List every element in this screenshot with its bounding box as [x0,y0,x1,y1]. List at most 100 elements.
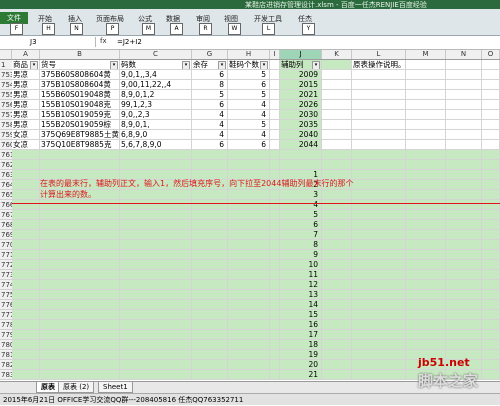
cell[interactable]: 7 [280,230,322,240]
cell[interactable] [322,210,352,220]
cell[interactable] [228,200,270,210]
cell[interactable] [192,340,228,350]
cell[interactable] [352,240,406,250]
row-header[interactable]: 779 [0,330,12,340]
cell[interactable] [352,80,406,90]
cell[interactable]: 6 [228,80,270,90]
cell[interactable] [270,80,280,90]
cell[interactable] [406,140,446,150]
cell[interactable] [322,90,352,100]
column-header[interactable]: K [322,50,352,59]
cell[interactable] [40,270,120,280]
cell[interactable] [12,160,40,170]
cell[interactable] [352,120,406,130]
cell[interactable] [12,270,40,280]
cell[interactable] [406,310,446,320]
cell[interactable] [406,120,446,130]
cell[interactable] [406,260,446,270]
cell[interactable] [322,350,352,360]
cell[interactable]: 12 [280,280,322,290]
row-header[interactable]: 783 [0,370,12,380]
cell[interactable] [270,100,280,110]
cell[interactable] [322,150,352,160]
cell[interactable] [40,220,120,230]
cell[interactable] [322,80,352,90]
formula-input[interactable]: =J2+I2 [117,37,142,47]
cell[interactable] [322,270,352,280]
cell[interactable] [322,140,352,150]
column-title[interactable]: 码数 ▾ [120,60,192,70]
cell[interactable] [270,160,280,170]
cell[interactable] [120,200,192,210]
cell[interactable]: 6 [228,140,270,150]
cell[interactable] [228,150,270,160]
cell[interactable] [192,210,228,220]
cell[interactable] [270,240,280,250]
cell[interactable] [406,170,446,180]
column-header[interactable]: M [406,50,446,59]
cell[interactable] [352,70,406,80]
cell[interactable] [322,280,352,290]
cell[interactable] [322,360,352,370]
column-header[interactable]: I [270,50,280,59]
cell[interactable] [322,70,352,80]
cell[interactable] [446,80,482,90]
cell[interactable] [120,340,192,350]
row-header[interactable]: 771 [0,250,12,260]
cell[interactable] [228,210,270,220]
cell[interactable] [270,230,280,240]
cell[interactable] [192,200,228,210]
row-header[interactable]: 782 [0,360,12,370]
row-header[interactable]: 755 [0,90,12,100]
cell[interactable] [446,70,482,80]
cell[interactable] [406,230,446,240]
cell[interactable] [40,230,120,240]
cell[interactable] [352,350,406,360]
cell[interactable]: 男凉 [12,70,40,80]
cell[interactable] [192,260,228,270]
row-header[interactable]: 761 [0,150,12,160]
cell[interactable] [322,110,352,120]
sheet-tab-sheet1[interactable]: Sheet1 [98,382,133,393]
cell[interactable] [12,320,40,330]
cell[interactable] [406,70,446,80]
cell[interactable]: 男凉 [12,100,40,110]
cell[interactable]: 8 [192,80,228,90]
cell[interactable] [446,220,482,230]
cell[interactable] [352,180,406,190]
cell[interactable] [12,190,40,200]
cell[interactable] [40,210,120,220]
cell[interactable] [270,200,280,210]
cell[interactable]: 6 [192,70,228,80]
cell[interactable] [482,270,500,280]
cell[interactable] [228,360,270,370]
cell[interactable] [482,280,500,290]
cell[interactable]: 6,8,9,0 [120,130,192,140]
row-header[interactable]: 770 [0,240,12,250]
cell[interactable] [12,250,40,260]
cell[interactable] [482,90,500,100]
cell[interactable] [270,70,280,80]
cell[interactable] [192,350,228,360]
cell[interactable]: 14 [280,300,322,310]
cell[interactable] [322,100,352,110]
cell[interactable] [12,200,40,210]
row-header[interactable]: 781 [0,350,12,360]
cell[interactable] [352,110,406,120]
cell[interactable] [352,220,406,230]
row-header[interactable]: 757 [0,110,12,120]
cell[interactable] [40,360,120,370]
cell[interactable] [352,300,406,310]
cell[interactable] [482,100,500,110]
cell[interactable] [40,150,120,160]
cell[interactable] [406,60,446,70]
row-header[interactable]: 768 [0,220,12,230]
cell[interactable] [406,290,446,300]
filter-dropdown-icon[interactable]: ▾ [312,61,320,69]
cell[interactable] [352,250,406,260]
cell[interactable]: 10 [280,260,322,270]
cell[interactable] [446,240,482,250]
cell[interactable] [482,210,500,220]
cell[interactable] [352,370,406,380]
cell[interactable] [406,150,446,160]
